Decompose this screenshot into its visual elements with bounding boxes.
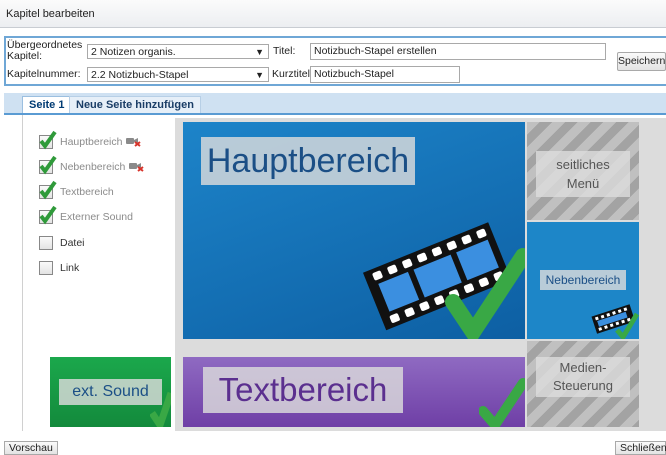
checkbox-box[interactable]	[39, 236, 53, 250]
small-film-icon	[591, 304, 639, 339]
film-strip-icon	[362, 222, 525, 339]
window-title: Kapitel bearbeiten	[6, 8, 95, 20]
short-title-input[interactable]: Notizbuch-Stapel	[310, 66, 460, 83]
text-area-label: Textbereich	[203, 367, 403, 413]
tab-add-page[interactable]: Neue Seite hinzufügen	[69, 96, 201, 113]
save-button[interactable]: Speichern	[617, 52, 666, 71]
parent-chapter-value: 2 Notizen organis.	[91, 46, 176, 58]
side-menu-label: seitliches Menü	[536, 151, 630, 197]
camera-delete-icon[interactable]	[125, 135, 141, 147]
checkbox-label: Externer Sound	[60, 211, 133, 223]
dropdown-arrow-icon: ▼	[255, 47, 264, 57]
media-controls-label-line1: Medien-	[559, 360, 607, 375]
short-title-label: Kurztitel:	[272, 68, 313, 80]
side-menu-label-line1: seitliches	[556, 157, 610, 172]
checkbox-label: Datei	[60, 237, 85, 249]
page-tabs: Seite 1 Neue Seite hinzufügen	[4, 93, 666, 115]
chapter-number-label: Kapitelnummer:	[7, 68, 81, 80]
side-menu-panel[interactable]: seitliches Menü	[527, 122, 639, 220]
parent-chapter-select[interactable]: 2 Notizen organis. ▼	[87, 44, 269, 59]
external-sound-panel[interactable]: ext. Sound	[50, 357, 171, 427]
checkbox-label: Hauptbereich	[60, 136, 123, 148]
checkmark-icon	[39, 155, 57, 175]
text-area-panel[interactable]: Textbereich	[183, 357, 525, 427]
media-controls-panel[interactable]: Medien- Steuerung	[527, 341, 639, 427]
checkbox-label: Nebenbereich	[60, 161, 126, 173]
parent-chapter-label: Übergeordnetes Kapitel:	[7, 39, 83, 62]
text-area-check-icon	[479, 378, 525, 427]
checkbox-box[interactable]	[39, 205, 57, 225]
checkmark-icon	[39, 205, 57, 225]
main-area-panel[interactable]: Hauptbereich	[183, 122, 525, 339]
window-titlebar: Kapitel bearbeiten	[0, 0, 666, 28]
camera-delete-icon[interactable]	[128, 160, 144, 172]
chapter-number-value: 2.2 Notizbuch-Stapel	[91, 69, 189, 81]
checkbox-label: Link	[60, 262, 80, 274]
checkbox-box[interactable]	[39, 130, 57, 150]
tab-page-1[interactable]: Seite 1	[22, 96, 72, 113]
checkbox-box[interactable]	[39, 261, 53, 275]
checkbox-box[interactable]	[39, 155, 57, 175]
checkbox-label: Textbereich	[60, 186, 114, 198]
title-input[interactable]: Notizbuch-Stapel erstellen	[310, 43, 606, 60]
checkmark-icon	[39, 130, 57, 150]
title-value: Notizbuch-Stapel erstellen	[314, 45, 437, 57]
dropdown-arrow-icon: ▼	[255, 70, 264, 80]
external-sound-check-icon	[150, 391, 171, 427]
side-menu-label-line2: Menü	[566, 176, 600, 191]
chapter-number-select[interactable]: 2.2 Notizbuch-Stapel ▼	[87, 67, 269, 82]
title-label: Titel:	[273, 45, 296, 57]
checkbox-box[interactable]	[39, 180, 57, 200]
secondary-area-label: Nebenbereich	[540, 270, 626, 290]
external-sound-label: ext. Sound	[59, 379, 162, 405]
secondary-area-panel[interactable]: Nebenbereich	[527, 222, 639, 339]
media-controls-label: Medien- Steuerung	[536, 357, 630, 397]
main-area-label: Hauptbereich	[201, 137, 415, 185]
short-title-value: Notizbuch-Stapel	[314, 68, 394, 80]
checkmark-icon	[39, 180, 57, 200]
media-controls-label-line2: Steuerung	[553, 378, 613, 393]
